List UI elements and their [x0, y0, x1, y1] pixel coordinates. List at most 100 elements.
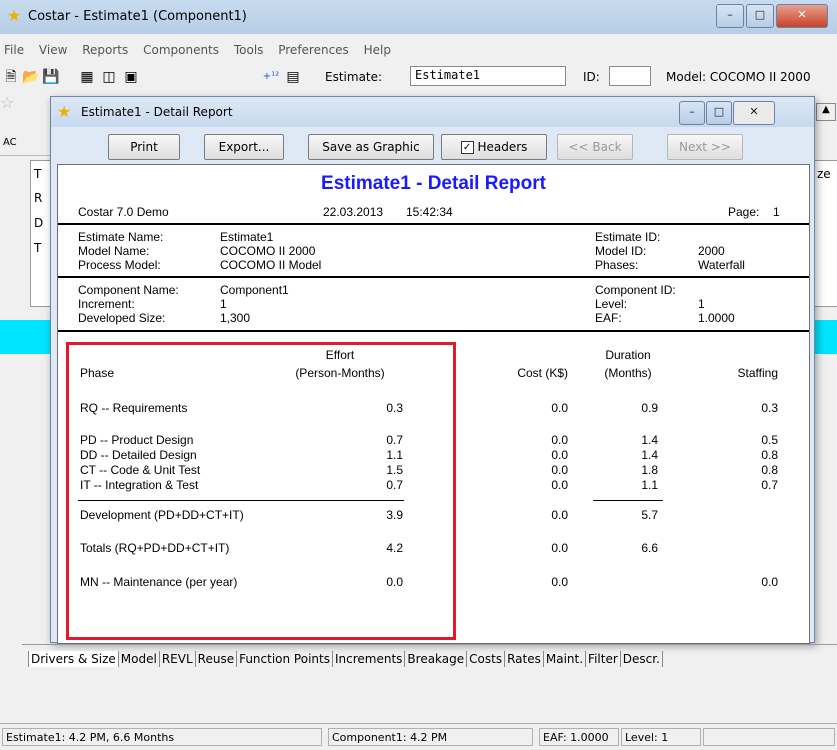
minimize-button[interactable]: – — [716, 4, 744, 28]
bg-left-gutter — [22, 354, 52, 654]
subtotal-rule — [593, 500, 663, 501]
estimate-label: Estimate: — [325, 70, 383, 84]
model-name: COCOMO II 2000 — [220, 244, 316, 258]
tab-strip: Drivers & Size Model REVL Reuse Function Poi… — [28, 651, 663, 671]
bg-star-icon: ☆ — [0, 93, 15, 112]
tab-maint[interactable]: Maint. — [544, 651, 587, 667]
highlight-box — [66, 342, 456, 640]
tab-filter[interactable]: Filter — [586, 651, 621, 667]
status-eaf: EAF: 1.0000 — [539, 728, 619, 746]
eaf-value: 1.0000 — [698, 311, 735, 325]
eaf-label: EAF: — [595, 311, 622, 325]
menu-help[interactable]: Help — [364, 43, 391, 57]
dialog-star-icon: ★ — [57, 102, 72, 121]
save-as-graphic-button[interactable]: Save as Graphic — [308, 134, 434, 160]
id-field[interactable] — [609, 66, 651, 86]
report-time: 15:42:34 — [406, 205, 453, 219]
developed-size-label: Developed Size: — [78, 311, 166, 325]
table-view-icon[interactable]: ◫ — [100, 68, 118, 86]
menu-tools[interactable]: Tools — [234, 43, 264, 57]
print-button[interactable]: Print — [108, 134, 180, 160]
dialog-maximize-button[interactable]: □ — [706, 101, 732, 125]
status-bar: Estimate1: 4.2 PM, 6.6 Months Component1… — [0, 723, 837, 750]
process-model: COCOMO II Model — [220, 258, 322, 272]
dialog-close-button[interactable]: ✕ — [733, 101, 775, 125]
estimate-name-label: Estimate Name: — [78, 230, 164, 244]
headers-toggle[interactable]: ✓ Headers — [441, 134, 547, 160]
col-duration-line2: (Months) — [604, 366, 652, 380]
menu-file[interactable]: File — [4, 43, 24, 57]
tab-reuse[interactable]: Reuse — [196, 651, 238, 667]
menu-view[interactable]: View — [39, 43, 67, 57]
increment-value: 1 — [220, 297, 227, 311]
tab-increments[interactable]: Increments — [333, 651, 406, 667]
tab-function-points[interactable]: Function Points — [237, 651, 333, 667]
notes-icon[interactable]: ▤ — [284, 68, 302, 86]
export-button[interactable]: Export... — [204, 134, 284, 160]
new-file-icon[interactable]: 🗎 — [2, 68, 20, 86]
status-estimate: Estimate1: 4.2 PM, 6.6 Months — [2, 728, 322, 746]
menu-reports[interactable]: Reports — [82, 43, 128, 57]
menu-preferences[interactable]: Preferences — [278, 43, 349, 57]
costar-star-icon: ★ — [7, 6, 22, 25]
tab-breakage[interactable]: Breakage — [405, 651, 468, 667]
tab-revl[interactable]: REVL — [160, 651, 196, 667]
tab-costs[interactable]: Costs — [467, 651, 506, 667]
report-date: 22.03.2013 — [323, 205, 384, 219]
bg-ac-panel: AC — [0, 125, 50, 156]
status-component: Component1: 4.2 PM — [328, 728, 533, 746]
maximize-button[interactable]: □ — [746, 4, 774, 28]
tab-descr[interactable]: Descr. — [621, 651, 663, 667]
main-window-title: Costar - Estimate1 (Component1) — [28, 9, 247, 24]
report-page: Estimate1 - Detail Report Costar 7.0 Dem… — [57, 164, 810, 644]
developed-size: 1,300 — [220, 311, 251, 325]
close-button[interactable]: ✕ — [776, 4, 828, 28]
col-cost: Cost (K$) — [517, 366, 568, 380]
page-number: 1 — [773, 205, 780, 219]
dialog-title-bar[interactable]: ★ Estimate1 - Detail Report – □ ✕ — [51, 97, 814, 127]
menu-components[interactable]: Components — [143, 43, 219, 57]
divider — [58, 276, 809, 278]
open-folder-icon[interactable]: 📂 — [22, 68, 40, 86]
level-label: Level: — [595, 297, 628, 311]
tab-rates[interactable]: Rates — [505, 651, 544, 667]
next-button[interactable]: Next >> — [667, 134, 743, 160]
divider — [58, 223, 809, 225]
tab-drivers-size[interactable]: Drivers & Size — [28, 651, 119, 667]
tab-model[interactable]: Model — [119, 651, 160, 667]
process-model-label: Process Model: — [78, 258, 161, 272]
report-product: Costar 7.0 Demo — [78, 205, 169, 219]
component-id-label: Component ID: — [595, 283, 676, 297]
increment-icon[interactable]: +¹² — [262, 68, 280, 86]
status-extra — [703, 728, 835, 746]
component-name: Component1 — [220, 283, 289, 297]
col-staffing: Staffing — [737, 366, 778, 380]
bg-list-panel: T R D T — [30, 160, 52, 307]
dialog-title: Estimate1 - Detail Report — [81, 105, 233, 119]
model-id-label: Model ID: — [595, 244, 647, 258]
level-value: 1 — [698, 297, 705, 311]
main-title-bar[interactable]: ★ Costar - Estimate1 (Component1) – □ ✕ — [0, 0, 837, 34]
back-button[interactable]: << Back — [557, 134, 633, 160]
estimate-field[interactable]: Estimate1 — [410, 66, 566, 86]
status-level: Level: 1 — [621, 728, 701, 746]
col-duration-line1: Duration — [605, 348, 651, 362]
tab-strip-border — [22, 644, 837, 645]
estimate-id-label: Estimate ID: — [595, 230, 661, 244]
dialog-minimize-button[interactable]: – — [679, 101, 705, 125]
report-title: Estimate1 - Detail Report — [321, 173, 546, 194]
id-label: ID: — [583, 70, 600, 84]
page-label: Page: — [728, 205, 760, 219]
bg-spin-icon[interactable]: ▲ — [816, 103, 836, 121]
model-label: Model: COCOMO II 2000 — [666, 70, 811, 84]
increment-label: Increment: — [78, 297, 135, 311]
headers-checkbox[interactable]: ✓ — [460, 141, 474, 154]
divider — [58, 330, 809, 332]
save-disk-icon[interactable]: 💾 — [42, 68, 60, 86]
model-name-label: Model Name: — [78, 244, 150, 258]
menu-bar: File View Reports Components Tools Prefe… — [0, 40, 837, 60]
grid-view-icon[interactable]: ▦ — [78, 68, 96, 86]
columns-view-icon[interactable]: ▣ — [122, 68, 140, 86]
phases-label: Phases: — [595, 258, 639, 272]
detail-report-dialog: ★ Estimate1 - Detail Report – □ ✕ Print … — [50, 96, 815, 644]
